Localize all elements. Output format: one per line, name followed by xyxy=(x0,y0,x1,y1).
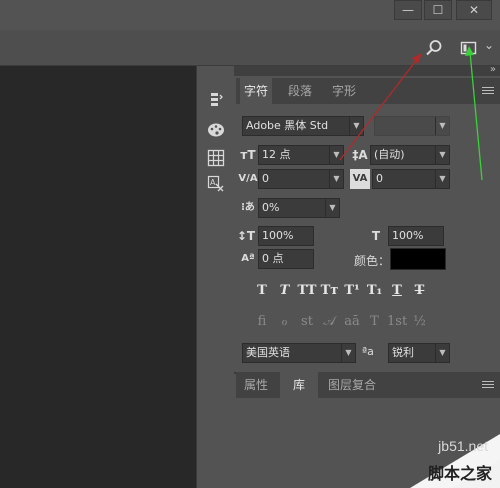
horizontal-scale-input[interactable]: 100% xyxy=(388,226,444,246)
strikethrough-button[interactable]: T xyxy=(410,281,430,301)
discretionary-ligatures-button[interactable]: st xyxy=(297,312,317,332)
ordinals-button[interactable]: 1st xyxy=(387,312,407,332)
tracking-select[interactable]: 0 ▼ xyxy=(372,169,450,189)
tsume-icon: ⁝あ xyxy=(241,202,255,213)
chevron-down-icon: ▼ xyxy=(325,199,339,217)
history-button[interactable] xyxy=(205,90,227,110)
panel-menu-icon[interactable] xyxy=(482,87,494,97)
maximize-button[interactable]: ☐ xyxy=(424,0,452,20)
panel-menu-icon[interactable] xyxy=(482,381,494,391)
tab-glyphs[interactable]: 字形 xyxy=(328,78,360,104)
kerning-icon: V/A xyxy=(238,173,258,184)
search-icon xyxy=(426,40,442,56)
faux-italic-button[interactable]: T xyxy=(275,281,295,301)
leading-value: (自动) xyxy=(374,148,405,161)
baseline-shift-value: 0 点 xyxy=(262,252,284,265)
watermark-domain: jb51.net xyxy=(438,438,488,454)
chevron-down-icon: ▼ xyxy=(435,146,449,164)
font-family-select[interactable]: Adobe 黑体 Std ▼ xyxy=(242,116,364,136)
antialias-value: 锐利 xyxy=(392,346,414,359)
chevron-down-icon: ▼ xyxy=(329,170,343,188)
faux-bold-button[interactable]: T xyxy=(252,281,272,301)
subscript-button[interactable]: T₁ xyxy=(365,281,385,301)
character-styles-button[interactable]: A xyxy=(205,174,227,194)
font-style-select[interactable]: ▼ xyxy=(374,116,450,136)
horizontal-scale-icon: T xyxy=(371,229,381,243)
old-style-button[interactable]: ℴ xyxy=(275,312,295,332)
baseline-shift-input[interactable]: 0 点 xyxy=(258,249,314,269)
color-label: 颜色： xyxy=(354,254,391,268)
workspace-dropdown-icon[interactable]: ⌄ xyxy=(484,38,494,52)
chevron-down-icon: ▼ xyxy=(341,344,355,362)
language-select[interactable]: 美国英语 ▼ xyxy=(242,343,356,363)
titling-alternates-button[interactable]: T xyxy=(365,312,385,332)
tab-layer-comps[interactable]: 图层复合 xyxy=(324,372,380,398)
chevron-down-icon: ▼ xyxy=(349,117,363,135)
maximize-icon: ☐ xyxy=(432,3,444,17)
vertical-scale-icon: ↕T xyxy=(236,229,256,243)
tracking-value: 0 xyxy=(376,172,383,185)
tab-paragraph[interactable]: 段落 xyxy=(284,78,316,104)
underline-button[interactable]: T xyxy=(387,281,407,301)
svg-text:A: A xyxy=(210,178,216,187)
chevron-down-icon: ▼ xyxy=(435,170,449,188)
palette-icon xyxy=(208,123,224,137)
document-canvas[interactable] xyxy=(0,66,196,488)
grid-icon xyxy=(207,149,225,167)
horizontal-scale-value: 100% xyxy=(392,229,424,242)
all-caps-button[interactable]: TT xyxy=(297,281,317,301)
chevron-down-icon: ▼ xyxy=(435,344,449,362)
kerning-select[interactable]: 0 ▼ xyxy=(258,169,344,189)
character-panel-tabs: 字符 段落 字形 xyxy=(236,78,500,104)
tracking-icon: VA xyxy=(350,169,370,189)
search-button[interactable] xyxy=(425,39,443,57)
history-icon xyxy=(211,93,223,106)
fractions-button[interactable]: ½ xyxy=(410,312,430,332)
tab-libraries[interactable]: 库 xyxy=(280,372,318,398)
font-size-icon: тT xyxy=(240,148,256,162)
options-bar: ⌄ xyxy=(0,30,500,66)
tsume-value: 0% xyxy=(262,201,280,214)
swatches-grid-button[interactable] xyxy=(205,148,227,168)
close-icon: ✕ xyxy=(468,3,480,17)
tsume-select[interactable]: 0% ▼ xyxy=(258,198,340,218)
title-bar: — ☐ ✕ xyxy=(0,0,500,22)
workspace-icon xyxy=(460,41,477,55)
font-size-value: 12 点 xyxy=(262,148,291,161)
kerning-value: 0 xyxy=(262,172,269,185)
character-styles-icon: A xyxy=(207,175,224,192)
small-caps-button[interactable]: Tт xyxy=(320,281,340,301)
leading-icon: ‡A xyxy=(352,148,368,162)
minimize-button[interactable]: — xyxy=(394,0,422,20)
antialias-icon: ªa xyxy=(362,345,374,358)
language-value: 美国英语 xyxy=(246,346,290,359)
ligatures-button[interactable]: ﬁ xyxy=(252,312,272,332)
leading-select[interactable]: (自动) ▼ xyxy=(370,145,450,165)
baseline-shift-icon: Aª xyxy=(241,253,255,264)
photoshop-window: — ☐ ✕ ⌄ « xyxy=(0,0,500,488)
chevron-down-icon: ▼ xyxy=(329,146,343,164)
panel-header: » xyxy=(234,64,500,76)
tab-character[interactable]: 字符 xyxy=(240,78,273,104)
panel-icon-strip: A xyxy=(196,66,234,488)
stylistic-alternates-button[interactable]: aā xyxy=(342,312,362,332)
font-size-select[interactable]: 12 点 ▼ xyxy=(258,145,344,165)
collapse-right-icon[interactable]: » xyxy=(490,64,496,75)
chevron-down-icon: ▼ xyxy=(435,117,449,135)
vertical-scale-value: 100% xyxy=(262,229,294,242)
close-button[interactable]: ✕ xyxy=(456,0,492,20)
superscript-button[interactable]: T¹ xyxy=(342,281,362,301)
workspace-button[interactable] xyxy=(460,40,478,56)
minimize-icon: — xyxy=(402,3,414,17)
antialias-select[interactable]: 锐利 ▼ xyxy=(388,343,450,363)
swash-button[interactable]: 𝒜 xyxy=(320,312,340,332)
watermark: jb51.net 脚本之家 xyxy=(390,428,500,488)
bottom-panel-tabs: 属性 库 图层复合 xyxy=(236,372,500,398)
tab-properties[interactable]: 属性 xyxy=(240,372,272,398)
watermark-site-name: 脚本之家 xyxy=(427,464,492,483)
font-family-value: Adobe 黑体 Std xyxy=(246,119,329,132)
text-color-swatch[interactable] xyxy=(390,248,446,270)
color-swatches-button[interactable] xyxy=(205,120,227,140)
vertical-scale-input[interactable]: 100% xyxy=(258,226,314,246)
